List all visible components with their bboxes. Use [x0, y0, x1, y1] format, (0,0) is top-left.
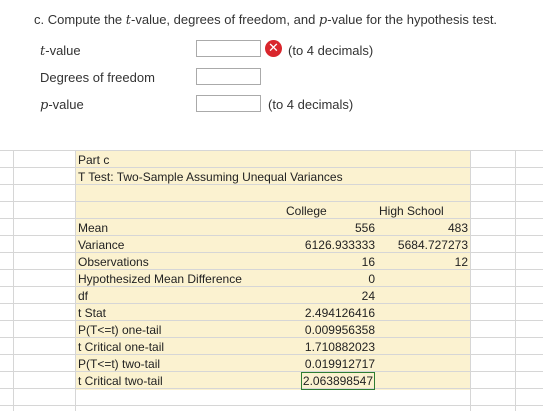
column-header-college: College: [286, 204, 327, 218]
row-label: P(T<=t) two-tail: [78, 357, 161, 371]
high-school-value[interactable]: 483: [448, 220, 468, 236]
row-label: t Critical two-tail: [78, 374, 163, 388]
row-label: Mean: [78, 221, 109, 235]
row-label: Variance: [78, 238, 125, 252]
gridline-vertical: [470, 150, 471, 411]
college-value[interactable]: 24: [362, 288, 375, 304]
gridline-vertical: [515, 150, 516, 411]
row-label: Hypothesized Mean Difference: [78, 272, 242, 286]
row-label: df: [78, 289, 89, 303]
table-title: T Test: Two-Sample Assuming Unequal Vari…: [78, 170, 343, 184]
row-label: P(T<=t) one-tail: [78, 323, 162, 337]
gridline-horizontal: [0, 150, 543, 151]
question-text: c. Compute the t-value, degrees of freed…: [34, 12, 497, 28]
t-value-input[interactable]: [196, 40, 261, 57]
college-value[interactable]: 0.009956358: [305, 322, 375, 338]
college-value[interactable]: 0: [368, 271, 375, 287]
gridline-horizontal: [0, 201, 543, 202]
p-symbol: p: [318, 13, 328, 28]
high-school-value[interactable]: 5684.727273: [398, 237, 468, 253]
column-header-high-school: High School: [379, 204, 444, 218]
college-value[interactable]: 1.710882023: [305, 339, 375, 355]
gridline-horizontal: [0, 218, 543, 219]
college-value[interactable]: 16: [362, 254, 375, 270]
question-middle: -value, degrees of freedom, and: [131, 12, 319, 27]
p-value-label-rest: -value: [48, 97, 84, 112]
college-value[interactable]: 2.063898547: [300, 372, 375, 390]
college-value[interactable]: 6126.933333: [305, 237, 375, 253]
dof-label: Degrees of freedom: [40, 70, 155, 85]
spreadsheet: Part c T Test: Two-Sample Assuming Unequ…: [0, 150, 543, 411]
question-suffix: -value for the hypothesis test.: [327, 12, 498, 27]
p-value-label: p-value: [40, 97, 84, 113]
gridline-vertical: [13, 150, 14, 411]
college-value[interactable]: 2.494126416: [305, 305, 375, 321]
high-school-value[interactable]: 12: [455, 254, 468, 270]
gridline-vertical: [75, 150, 76, 411]
college-value[interactable]: 556: [355, 220, 375, 236]
row-label: t Critical one-tail: [78, 340, 165, 354]
gridline-horizontal: [0, 405, 543, 406]
t-value-label: t-value: [40, 43, 81, 59]
section-label: Part c: [78, 153, 110, 167]
question-prefix: c. Compute the: [34, 12, 126, 27]
dof-input[interactable]: [196, 68, 261, 85]
row-label: t Stat: [78, 306, 107, 320]
college-value[interactable]: 0.019912717: [305, 356, 375, 372]
p-value-input[interactable]: [196, 95, 261, 112]
incorrect-icon: ✕: [265, 40, 282, 57]
t-value-label-rest: -value: [45, 43, 81, 58]
p-value-hint: (to 4 decimals): [268, 97, 354, 112]
row-label: Observations: [78, 255, 149, 269]
t-value-hint: (to 4 decimals): [288, 43, 374, 58]
